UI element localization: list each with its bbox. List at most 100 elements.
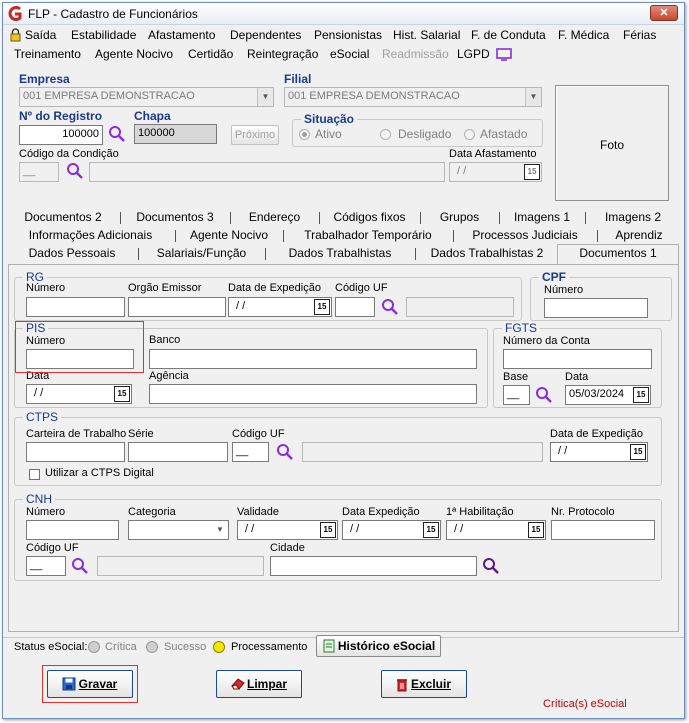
menu-estabilidade[interactable]: Estabilidade <box>71 28 136 42</box>
tab-processos-judiciais[interactable]: Processos Judiciais <box>455 227 595 245</box>
fgts-data-label: Data <box>565 371 589 383</box>
cnh-group: CNH Número Categoria ▼ Validade / / 15 D… <box>14 492 662 581</box>
search-icon[interactable] <box>108 125 126 143</box>
excluir-button[interactable]: Excluir <box>381 670 467 698</box>
menu-esocial[interactable]: eSocial <box>330 47 369 61</box>
menu-lgpd[interactable]: LGPD <box>457 47 490 61</box>
registro-input[interactable]: 100000 <box>19 125 103 145</box>
tab-separator <box>415 248 416 260</box>
menu-treinamento[interactable]: Treinamento <box>14 47 81 61</box>
rg-codigo-uf-input[interactable] <box>335 297 375 317</box>
calendar-icon[interactable]: 15 <box>633 387 649 403</box>
rg-data-exp-date[interactable]: / / 15 <box>228 297 332 317</box>
cnh-data-exp-date[interactable]: / / 15 <box>342 520 441 540</box>
ctps-digital-checkbox[interactable] <box>29 469 40 480</box>
close-button[interactable]: ✕ <box>650 5 678 21</box>
menu-hist-salarial[interactable]: Hist. Salarial <box>393 28 460 42</box>
tab-documentos-3[interactable]: Documentos 3 <box>122 209 228 227</box>
limpar-button[interactable]: Limpar <box>216 670 302 698</box>
tab-aprendiz[interactable]: Aprendiz <box>599 227 679 245</box>
fgts-base-input[interactable]: __ <box>503 385 530 405</box>
trash-icon <box>397 679 407 692</box>
cnh-protocolo-input[interactable] <box>551 520 655 540</box>
tab-trabalhador-temporario[interactable]: Trabalhador Temporário <box>285 227 451 245</box>
empresa-label: Empresa <box>19 72 70 86</box>
calendar-icon[interactable]: 15 <box>314 299 330 315</box>
calendar-icon[interactable]: 15 <box>524 164 540 180</box>
agencia-input[interactable] <box>149 384 477 404</box>
tab-grupos[interactable]: Grupos <box>422 209 497 227</box>
menu-f-medica[interactable]: F. Médica <box>558 28 609 42</box>
search-icon[interactable] <box>66 162 84 180</box>
tab-documentos-1[interactable]: Documentos 1 <box>557 244 679 264</box>
search-icon[interactable] <box>71 557 89 575</box>
gravar-button[interactable]: Gravar <box>47 670 133 698</box>
historico-esocial-button[interactable]: Histórico eSocial <box>316 635 441 657</box>
tab-codigos-fixos[interactable]: Códigos fixos <box>321 209 418 227</box>
menu-dependentes[interactable]: Dependentes <box>230 28 301 42</box>
ctps-codigo-uf-input[interactable]: __ <box>232 442 269 462</box>
tab-imagens-2[interactable]: Imagens 2 <box>587 209 679 227</box>
afastamento-label: Data Afastamento <box>449 148 537 160</box>
tab-separator <box>453 230 454 242</box>
banco-input[interactable] <box>149 349 477 369</box>
photo-label: Foto <box>599 138 624 152</box>
empresa-select[interactable]: 001 EMPRESA DEMONSTRACAO ▼ <box>19 87 274 107</box>
cpf-numero-input[interactable] <box>544 298 648 318</box>
ctps-digital-label: Utilizar a CTPS Digital <box>45 467 154 479</box>
cnh-categoria-select[interactable]: ▼ <box>128 520 229 540</box>
ctps-carteira-input[interactable] <box>26 442 125 462</box>
cnh-cidade-input[interactable] <box>270 556 477 576</box>
tab-dados-trabalhistas[interactable]: Dados Trabalhistas <box>267 245 413 263</box>
cnh-data-exp-label: Data Expedição <box>342 506 420 518</box>
tab-dados-pessoais[interactable]: Dados Pessoais <box>8 245 136 263</box>
menu-agente-nocivo[interactable]: Agente Nocivo <box>95 47 173 61</box>
rg-numero-input[interactable] <box>26 297 125 317</box>
ctps-data-exp-date[interactable]: / / 15 <box>550 442 648 462</box>
chapa-input[interactable]: 100000 <box>134 124 217 144</box>
tab-informacoes-adicionais[interactable]: Informações Adicionais <box>8 227 173 245</box>
cnh-numero-input[interactable] <box>26 520 119 540</box>
pis-data-date[interactable]: / / 15 <box>26 384 132 404</box>
fgts-title: FGTS <box>502 321 540 335</box>
rg-orgao-input[interactable] <box>128 297 226 317</box>
calendar-icon[interactable]: 15 <box>423 522 439 538</box>
calendar-icon[interactable]: 15 <box>114 386 130 402</box>
calendar-icon[interactable]: 15 <box>528 522 544 538</box>
search-icon[interactable] <box>482 557 500 575</box>
menu-f-conduta[interactable]: F. de Conduta <box>471 28 546 42</box>
menu-ferias[interactable]: Férias <box>623 28 656 42</box>
search-icon[interactable] <box>535 386 553 404</box>
monitor-icon[interactable] <box>496 48 512 61</box>
calendar-icon[interactable]: 15 <box>630 444 646 460</box>
radio-ativo-label: Ativo <box>315 127 342 141</box>
tab-agente-nocivo[interactable]: Agente Nocivo <box>177 227 281 245</box>
afastamento-value: / / <box>457 165 467 177</box>
criticas-esocial-link[interactable]: Crítica(s) eSocial <box>543 698 627 710</box>
cnh-habilitacao-date[interactable]: / / 15 <box>446 520 546 540</box>
tab-dados-trabalhistas-2[interactable]: Dados Trabalhistas 2 <box>417 245 557 263</box>
cnh-validade-date[interactable]: / / 15 <box>237 520 338 540</box>
cnh-codigo-uf-input[interactable]: __ <box>26 556 66 576</box>
condicao-input[interactable]: __ <box>19 162 59 182</box>
tab-endereco[interactable]: Endereço <box>232 209 317 227</box>
fgts-conta-input[interactable] <box>503 349 652 369</box>
menu-saida[interactable]: Saída <box>25 28 56 42</box>
menu-pensionistas[interactable]: Pensionistas <box>314 28 382 42</box>
menu-afastamento[interactable]: Afastamento <box>148 28 215 42</box>
fgts-data-date[interactable]: 05/03/2024 15 <box>565 385 651 405</box>
cnh-uf-descricao <box>97 556 264 576</box>
menu-certidao[interactable]: Certidão <box>188 47 233 61</box>
tab-imagens-1[interactable]: Imagens 1 <box>501 209 583 227</box>
tab-documentos-2[interactable]: Documentos 2 <box>8 209 118 227</box>
filial-select[interactable]: 001 EMPRESA DEMONSTRACAO ▼ <box>284 87 542 107</box>
rg-group: RG Número Orgão Emissor Data de Expediçã… <box>14 270 522 321</box>
menu-reintegracao[interactable]: Reintegração <box>247 47 318 61</box>
afastamento-date[interactable]: / / 15 <box>449 162 542 182</box>
calendar-icon[interactable]: 15 <box>320 522 336 538</box>
search-icon[interactable] <box>276 443 294 461</box>
photo-box[interactable]: Foto <box>555 85 669 201</box>
tab-salariais-funcao[interactable]: Salariais/Função <box>140 245 263 263</box>
search-icon[interactable] <box>381 298 399 316</box>
ctps-serie-input[interactable] <box>128 442 228 462</box>
